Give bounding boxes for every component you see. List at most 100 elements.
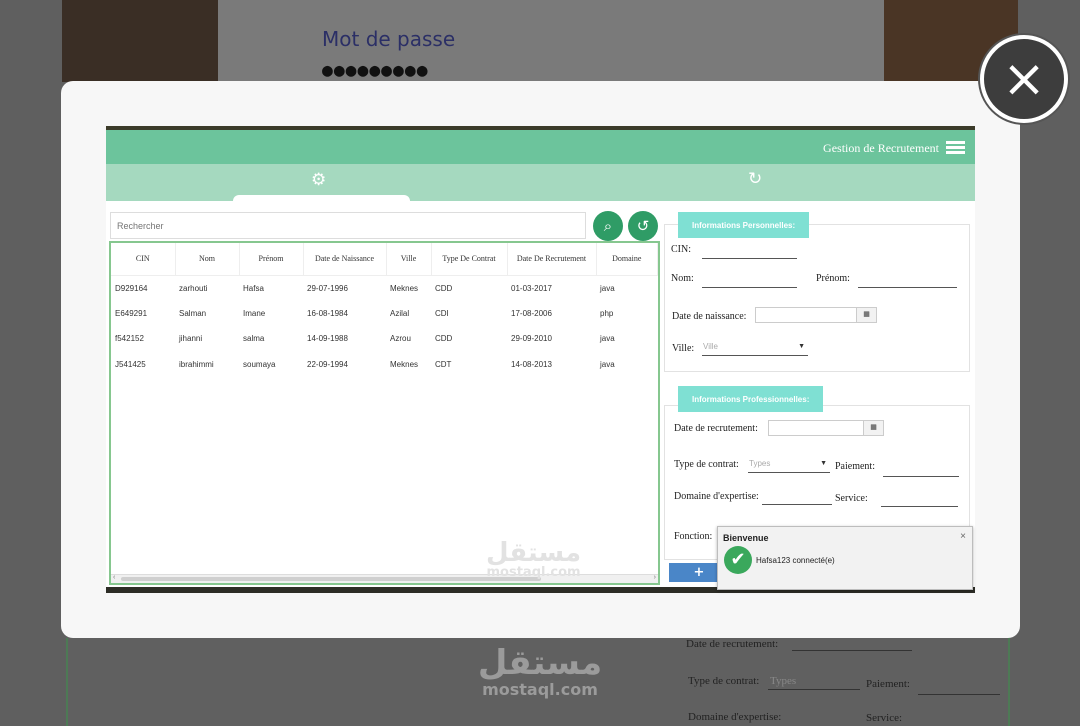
cell-domaine: java — [600, 334, 615, 344]
scroll-left-icon[interactable]: ‹ — [113, 574, 115, 581]
cell-date-recrutement: 29-09-2010 — [511, 334, 552, 344]
cell-cin: f542152 — [115, 334, 144, 344]
bg-domaine-label: Domaine d'expertise: — [688, 711, 782, 723]
date-recrutement-input[interactable]: ▦ — [768, 420, 884, 436]
domaine-input[interactable] — [762, 504, 832, 505]
cell-prenom: Hafsa — [243, 283, 264, 293]
inner-watermark: مستقل mostaql.com — [486, 540, 581, 579]
column-header-type-contrat[interactable]: Type De Contrat — [431, 243, 508, 276]
search-input[interactable] — [110, 212, 586, 239]
paiement-label: Paiement: — [835, 461, 875, 472]
prenom-label: Prénom: — [816, 273, 850, 284]
column-header-nom[interactable]: Nom — [175, 243, 240, 276]
fonction-label: Fonction: — [674, 531, 713, 542]
cell-date-recrutement: 14-08-2013 — [511, 359, 552, 369]
cell-nom: Salman — [179, 308, 207, 318]
cell-nom: zarhouti — [179, 283, 208, 293]
date-naissance-input[interactable]: ▦ — [755, 307, 877, 323]
cell-nom: ibrahimmi — [179, 359, 214, 369]
app-header: Gestion de Recrutement — [106, 130, 975, 164]
chevron-down-icon: ▼ — [798, 343, 805, 350]
type-contrat-select[interactable]: Types ▼ — [748, 457, 830, 473]
history-icon[interactable]: ↻ — [748, 169, 762, 189]
watermark-latin: mostaql.com — [482, 680, 598, 699]
cell-nom: jihanni — [179, 334, 203, 344]
table-row[interactable]: D929164 zarhouti Hafsa 29-07-1996 Meknes… — [111, 275, 658, 301]
date-recrutement-label: Date de recrutement: — [674, 423, 758, 434]
cell-ville: Azilal — [390, 308, 410, 318]
ville-select[interactable]: Ville ▼ — [702, 340, 808, 356]
background-login-form: Mot de passe ●●●●●●●●● — [218, 0, 884, 82]
cell-type-contrat: CDT — [435, 359, 452, 369]
calendar-icon[interactable]: ▦ — [863, 421, 883, 435]
bg-paiement-field — [918, 694, 1000, 695]
tab-bar: ⚙ ↻ — [106, 164, 975, 201]
gears-icon[interactable]: ⚙ — [311, 170, 326, 190]
bg-date-recrutement-field — [792, 650, 912, 651]
personal-info-badge: Informations Personnelles: — [678, 212, 810, 238]
column-header-cin[interactable]: CIN — [111, 243, 176, 276]
app-title: Gestion de Recrutement — [823, 141, 939, 155]
bg-types-select: Types — [770, 675, 797, 687]
close-icon: × — [1002, 49, 1046, 109]
password-field[interactable]: ●●●●●●●●● — [322, 60, 429, 81]
calendar-icon[interactable]: ▦ — [856, 308, 876, 322]
ville-select-value: Ville — [703, 342, 718, 351]
cell-domaine: java — [600, 359, 615, 369]
bg-paiement-label: Paiement: — [866, 678, 910, 690]
bg-types-underline — [768, 689, 860, 690]
table-row[interactable]: f542152 jihanni salma 14-09-1988 Azrou C… — [111, 326, 658, 352]
column-header-prenom[interactable]: Prénom — [239, 243, 304, 276]
ville-label: Ville: — [672, 343, 695, 354]
active-tab-indicator — [233, 195, 410, 201]
service-label: Service: — [835, 493, 868, 504]
table-header-row: CIN Nom Prénom Date de Naissance Ville T… — [111, 243, 658, 276]
cell-cin: D929164 — [115, 283, 148, 293]
cell-ville: Azrou — [390, 334, 411, 344]
chevron-down-icon: ▼ — [820, 460, 827, 467]
column-header-date-naissance[interactable]: Date de Naissance — [303, 243, 387, 276]
cell-date-naissance: 16-08-1984 — [307, 308, 348, 318]
search-button[interactable]: ⌕ — [593, 211, 623, 241]
column-header-domaine[interactable]: Domaine — [596, 243, 658, 276]
cell-date-naissance: 14-09-1988 — [307, 334, 348, 344]
hamburger-icon[interactable] — [946, 141, 965, 154]
cin-label: CIN: — [671, 244, 691, 255]
domaine-label: Domaine d'expertise: — [674, 491, 759, 502]
refresh-icon: ↺ — [636, 217, 650, 235]
search-icon: ⌕ — [603, 217, 613, 235]
cell-cin: E649291 — [115, 308, 148, 318]
refresh-button[interactable]: ↺ — [628, 211, 658, 241]
bg-type-contrat-label: Type de contrat: — [688, 675, 760, 687]
cell-type-contrat: CDI — [435, 308, 449, 318]
cell-prenom: Imane — [243, 308, 266, 318]
nom-input[interactable] — [702, 287, 797, 288]
cell-prenom: salma — [243, 334, 265, 344]
nom-label: Nom: — [671, 273, 694, 284]
scrollbar-thumb[interactable] — [121, 577, 541, 581]
cell-date-naissance: 29-07-1996 — [307, 283, 348, 293]
prenom-input[interactable] — [858, 287, 957, 288]
paiement-input[interactable] — [883, 476, 959, 477]
cell-prenom: soumaya — [243, 359, 276, 369]
check-icon: ✔ — [724, 546, 752, 574]
cell-cin: J541425 — [115, 359, 146, 369]
table-row[interactable]: E649291 Salman Imane 16-08-1984 Azilal C… — [111, 301, 658, 327]
close-modal-button[interactable]: × — [980, 35, 1068, 123]
notification-close-icon[interactable]: × — [960, 531, 966, 542]
column-header-ville[interactable]: Ville — [386, 243, 432, 276]
column-header-date-recrutement[interactable]: Date De Recrutement — [507, 243, 597, 276]
table-row[interactable]: J541425 ibrahimmi soumaya 22-09-1994 Mek… — [111, 352, 658, 378]
password-label: Mot de passe — [322, 27, 456, 51]
scroll-right-icon[interactable]: › — [654, 574, 656, 581]
inner-watermark-latin: mostaql.com — [486, 565, 581, 580]
cin-input[interactable] — [702, 258, 797, 259]
professional-info-badge: Informations Professionnelles: — [678, 386, 824, 412]
watermark-arabic: مستقل — [477, 643, 603, 683]
employees-table: CIN Nom Prénom Date de Naissance Ville T… — [109, 241, 660, 585]
notification-title: Bienvenue — [723, 533, 769, 543]
service-input[interactable] — [881, 506, 958, 507]
welcome-notification: Bienvenue × ✔ Hafsa123 connecté(e) — [717, 526, 973, 590]
cell-date-recrutement: 01-03-2017 — [511, 283, 552, 293]
bg-date-recrutement-label: Date de recrutement: — [686, 638, 779, 650]
